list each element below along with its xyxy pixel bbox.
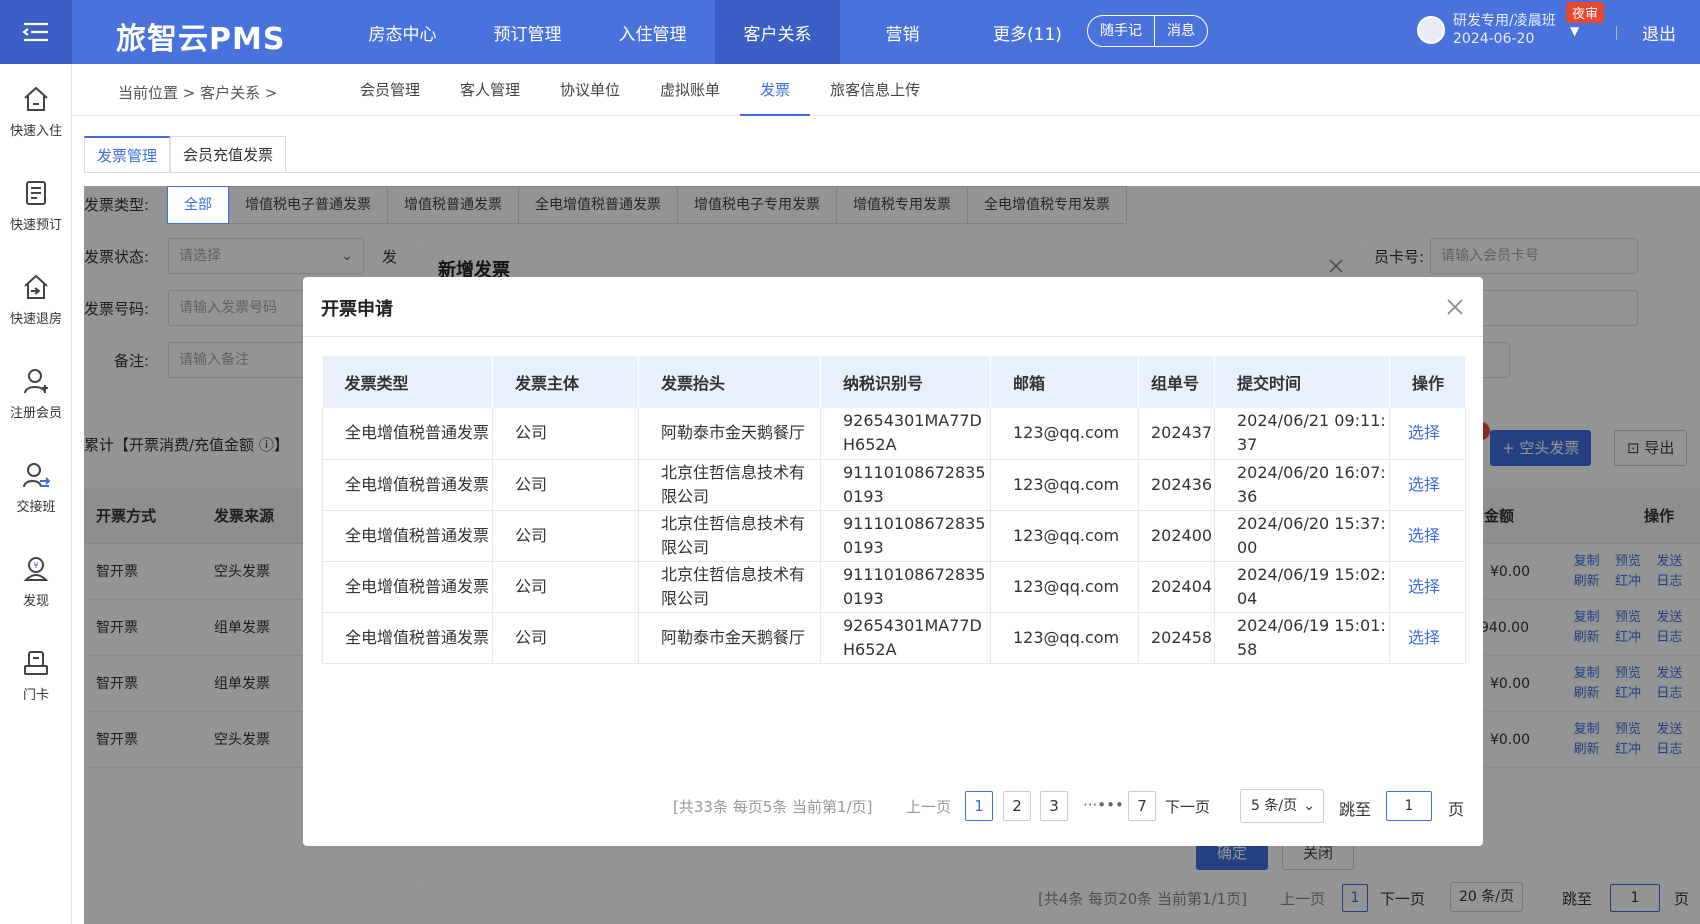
select-link[interactable]: 选择 — [1389, 459, 1466, 511]
type-filter-all[interactable]: 全部 — [167, 186, 229, 224]
nav-item-booking[interactable]: 预订管理 — [465, 0, 590, 64]
invoice-request-dialog: 开票申请 发票类型 发票主体 发票抬头 纳税识别号 邮箱 组单号 提交时间 操作… — [303, 277, 1483, 846]
nav-item-checkin[interactable]: 入住管理 — [590, 0, 715, 64]
user-menu[interactable]: 研发专用/凌晨班 2024-06-20 — [1417, 12, 1556, 48]
page-2-button[interactable]: 2 — [1003, 791, 1031, 821]
column-header-tax-id: 纳税识别号 — [820, 356, 991, 408]
goto-suffix: 页 — [1448, 800, 1465, 819]
select-link[interactable]: 选择 — [1389, 510, 1466, 562]
app-logo: 旅智云PMS — [116, 22, 286, 57]
divider — [84, 172, 1700, 173]
main-nav: 房态中心 预订管理 入住管理 客户关系 营销 更多(11) — [340, 0, 1090, 64]
column-header-action: 操作 — [1389, 356, 1466, 408]
pager-ellipsis[interactable]: ···••• — [1083, 796, 1124, 814]
subnav-item-agreement-units[interactable]: 协议单位 — [540, 64, 640, 116]
select-link[interactable]: 选择 — [1389, 612, 1466, 664]
select-link[interactable]: 选择 — [1389, 561, 1466, 613]
goto-page-input[interactable]: 1 — [1386, 791, 1432, 821]
left-sidebar: 快速入住 快速预订 快速退房 注册会员 交接班 ¥ 发现 门卡 — [0, 64, 72, 924]
goto-label: 跳至 — [1339, 800, 1372, 819]
nav-item-more[interactable]: 更多(11) — [965, 0, 1090, 64]
sidebar-item-quick-checkout[interactable]: 快速退房 — [0, 252, 72, 346]
page-3-button[interactable]: 3 — [1040, 791, 1068, 821]
invoice-request-table: 发票类型 发票主体 发票抬头 纳税识别号 邮箱 组单号 提交时间 操作 全电增值… — [322, 356, 1466, 664]
subnav-item-members[interactable]: 会员管理 — [340, 64, 440, 116]
chevron-down-icon: ⌄ — [1303, 798, 1315, 814]
sidebar-item-door-card[interactable]: 门卡 — [0, 628, 72, 722]
sidebar-item-shift-handover[interactable]: 交接班 — [0, 440, 72, 534]
subnav-item-guests[interactable]: 客人管理 — [440, 64, 540, 116]
sub-nav: 会员管理 客人管理 协议单位 虚拟账单 发票 旅客信息上传 — [340, 64, 940, 116]
top-navigation-bar: 旅智云PMS 房态中心 预订管理 入住管理 客户关系 营销 更多(11) 随手记… — [0, 0, 1700, 64]
sidebar-item-quick-booking[interactable]: 快速预订 — [0, 158, 72, 252]
table-row: 全电增值税普通发票 公司 阿勒泰市金天鹅餐厅 92654301MA77DH652… — [322, 408, 1466, 460]
menu-icon — [22, 22, 48, 42]
checkout-icon — [24, 274, 48, 299]
dialog-pager: [共33条 每页5条 当前第1/页] 上一页 1 2 3 ···••• 7 下一… — [303, 789, 1483, 823]
sidebar-item-quick-checkin[interactable]: 快速入住 — [0, 64, 72, 158]
home-icon — [24, 86, 48, 111]
menu-toggle-button[interactable] — [0, 0, 72, 64]
nav-item-customer-relations[interactable]: 客户关系 — [715, 0, 840, 64]
add-member-icon — [24, 368, 48, 393]
pager-prev-button[interactable]: 上一页 — [906, 796, 951, 817]
tab-member-recharge-invoice[interactable]: 会员充值发票 — [170, 136, 287, 172]
tab-invoice-management[interactable]: 发票管理 — [84, 136, 171, 172]
pager-info: [共33条 每页5条 当前第1/页] — [673, 798, 873, 816]
sidebar-item-discover[interactable]: ¥ 发现 — [0, 534, 72, 628]
subnav-item-guest-info-upload[interactable]: 旅客信息上传 — [810, 64, 940, 116]
night-audit-badge[interactable]: 夜审 — [1566, 2, 1605, 23]
page-tabs: 发票管理 会员充值发票 — [84, 136, 287, 172]
nav-item-marketing[interactable]: 营销 — [840, 0, 965, 64]
table-row: 全电增值税普通发票 公司 北京住哲信息技术有限公司 91110108672835… — [322, 510, 1466, 562]
sidebar-item-register-member[interactable]: 注册会员 — [0, 346, 72, 440]
pager-next-button[interactable]: 下一页 — [1165, 796, 1210, 817]
column-header-email: 邮箱 — [990, 356, 1139, 408]
dialog-header: 开票申请 — [303, 277, 1483, 337]
card-icon — [24, 650, 48, 675]
subnav-item-virtual-bills[interactable]: 虚拟账单 — [640, 64, 740, 116]
divider — [1616, 26, 1617, 40]
sub-navigation-bar: 当前位置 > 客户关系 > 会员管理 客人管理 协议单位 虚拟账单 发票 旅客信… — [72, 64, 1700, 116]
business-date: 2024-06-20 — [1453, 31, 1535, 47]
user-name: 研发专用/凌晨班 — [1453, 13, 1556, 29]
breadcrumb: 当前位置 > 客户关系 > — [118, 84, 278, 102]
column-header-invoice-title: 发票抬头 — [638, 356, 821, 408]
quick-actions-pill: 随手记 消息 — [1087, 15, 1208, 47]
close-icon[interactable] — [1445, 297, 1465, 317]
page-1-button[interactable]: 1 — [965, 791, 993, 821]
table-row: 全电增值税普通发票 公司 北京住哲信息技术有限公司 91110108672835… — [322, 561, 1466, 613]
message-button[interactable]: 消息 — [1154, 16, 1207, 46]
select-link[interactable]: 选择 — [1389, 408, 1466, 460]
dialog-title: 开票申请 — [321, 299, 393, 320]
column-header-invoice-type: 发票类型 — [322, 356, 493, 408]
page-last-button[interactable]: 7 — [1128, 791, 1156, 821]
logout-button[interactable]: 退出 — [1642, 20, 1676, 45]
caret-down-icon[interactable]: ▼ — [1570, 24, 1579, 38]
column-header-subject: 发票主体 — [492, 356, 639, 408]
table-row: 全电增值税普通发票 公司 阿勒泰市金天鹅餐厅 92654301MA77DH652… — [322, 612, 1466, 664]
subnav-item-invoice[interactable]: 发票 — [740, 64, 811, 116]
table-header: 发票类型 发票主体 发票抬头 纳税识别号 邮箱 组单号 提交时间 操作 — [322, 356, 1466, 408]
svg-text:¥: ¥ — [33, 561, 38, 570]
column-header-submit-time: 提交时间 — [1214, 356, 1390, 408]
booking-icon — [26, 180, 46, 205]
nav-item-room-status[interactable]: 房态中心 — [340, 0, 465, 64]
avatar — [1417, 16, 1445, 44]
page-size-select[interactable]: 5 条/页 ⌄ — [1240, 789, 1324, 823]
column-header-order-number: 组单号 — [1138, 356, 1215, 408]
memo-button[interactable]: 随手记 — [1088, 16, 1154, 46]
shift-icon — [23, 462, 51, 487]
table-row: 全电增值税普通发票 公司 北京住哲信息技术有限公司 91110108672835… — [322, 459, 1466, 511]
discover-icon: ¥ — [23, 556, 49, 581]
